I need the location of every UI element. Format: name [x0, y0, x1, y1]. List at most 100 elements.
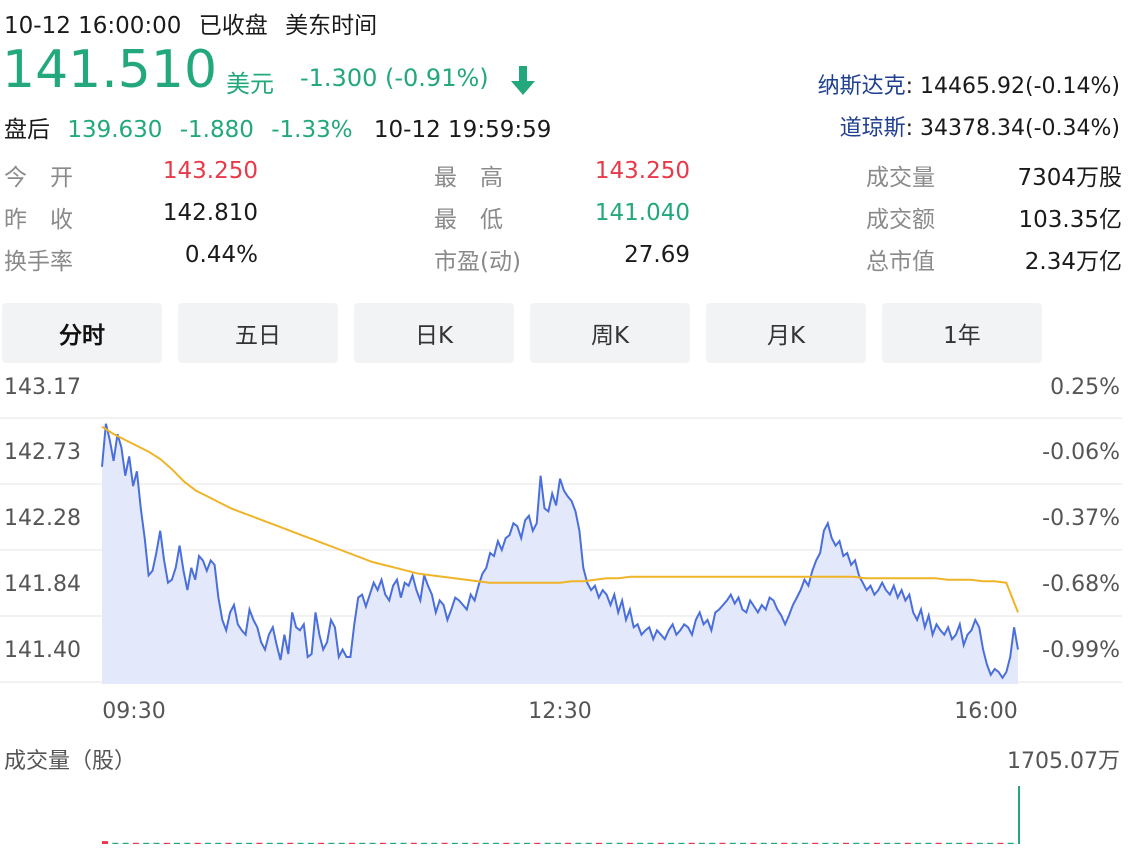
- volume-bar: [215, 842, 222, 844]
- volume-bar: [585, 842, 592, 844]
- volume-bar: [132, 842, 139, 844]
- stat-value: 141.040: [594, 200, 690, 226]
- volume-bar: [441, 842, 448, 844]
- after-hours-price: 139.630: [67, 117, 163, 143]
- index-dow[interactable]: 道琼斯: 34378.34(-0.34%): [840, 110, 1120, 142]
- volume-bar: [297, 842, 304, 844]
- volume-bar: [750, 842, 757, 844]
- volume-bar: [688, 842, 695, 844]
- quote-datetime: 10-12 16:00:00: [4, 13, 182, 39]
- tab-1[interactable]: 五日: [178, 303, 338, 363]
- volume-bar: [791, 842, 798, 844]
- volume-bar: [163, 842, 170, 844]
- volume-bar: [956, 842, 963, 844]
- x-tick-label: 12:30: [528, 699, 591, 724]
- x-tick-label: 16:00: [954, 699, 1017, 724]
- volume-bar: [225, 842, 232, 844]
- after-hours-pct: -1.33%: [271, 117, 353, 143]
- after-hours-time: 10-12 19:59:59: [373, 117, 552, 143]
- after-hours-label: 盘后: [4, 117, 50, 143]
- stat-value: 27.69: [624, 242, 690, 268]
- volume-title: 成交量（股）: [4, 749, 136, 774]
- volume-bar: [349, 842, 355, 844]
- volume-bar: [637, 842, 644, 844]
- volume-bar: [668, 842, 675, 844]
- volume-bar: [174, 842, 180, 844]
- volume-bar: [946, 842, 952, 844]
- volume-bar: [709, 842, 716, 844]
- volume-bar: [1018, 786, 1020, 844]
- volume-bar: [112, 842, 119, 844]
- volume-bar: [451, 842, 458, 844]
- volume-bar: [194, 842, 201, 844]
- index-name: 道琼斯: [839, 116, 906, 141]
- stat-label: 最 低: [434, 207, 503, 233]
- volume-bar: [328, 842, 335, 844]
- volume-bar: [1007, 842, 1014, 844]
- y-pct-label: -0.06%: [1042, 440, 1120, 465]
- volume-bar: [863, 842, 870, 844]
- volume-bar: [359, 842, 366, 844]
- stat-label: 今 开: [4, 165, 73, 191]
- after-hours-change: -1.880: [179, 117, 254, 143]
- volume-bar: [503, 842, 510, 844]
- volume-bar: [369, 842, 376, 844]
- stat-value: 0.44%: [184, 242, 258, 268]
- volume-bar: [246, 842, 253, 844]
- index-separator: :: [905, 74, 914, 99]
- tab-2[interactable]: 日K: [354, 303, 514, 363]
- volume-bar: [575, 842, 582, 844]
- tab-5[interactable]: 1年: [882, 303, 1042, 363]
- stat-value: 7304万股: [1017, 165, 1122, 191]
- stat-value: 143.250: [162, 158, 258, 184]
- y-tick-label: 141.84: [4, 572, 81, 597]
- down-arrow-icon: [508, 64, 538, 98]
- volume-bar: [698, 842, 705, 844]
- tab-3[interactable]: 周K: [530, 303, 690, 363]
- y-tick-label: 141.40: [4, 638, 81, 663]
- volume-bar: [832, 842, 839, 844]
- volume-bar: [102, 841, 108, 844]
- volume-bar: [493, 842, 500, 844]
- volume-bar: [184, 842, 191, 844]
- volume-bar: [997, 842, 1004, 844]
- price-change: -1.300 (-0.91%): [300, 64, 489, 92]
- volume-bar: [513, 842, 520, 844]
- volume-bar: [606, 842, 613, 844]
- volume-bar: [884, 842, 891, 844]
- volume-bar: [894, 842, 901, 844]
- stat-label: 最 高: [434, 165, 503, 191]
- index-value: 34378.34(-0.34%): [913, 116, 1120, 141]
- volume-bar: [482, 842, 489, 844]
- intraday-chart: 143.17 142.73 142.28 141.84 141.40 0.25% -0.0…: [0, 375, 1122, 844]
- volume-bar: [966, 842, 973, 844]
- volume-bar: [524, 842, 530, 844]
- volume-bar: [647, 842, 654, 844]
- volume-bar: [976, 842, 983, 844]
- volume-bar: [153, 842, 160, 844]
- volume-bar: [565, 842, 572, 844]
- volume-bar: [421, 842, 428, 844]
- stat-label: 成交额: [866, 207, 935, 233]
- volume-bar: [987, 842, 994, 844]
- volume-bar: [379, 842, 386, 844]
- session-info: 10-12 16:00:00 已收盘 美东时间: [4, 6, 387, 40]
- volume-bar: [935, 842, 942, 844]
- y-tick-label: 143.17: [4, 375, 81, 400]
- tab-0[interactable]: 分时: [2, 303, 162, 363]
- volume-bar: [266, 842, 273, 844]
- timezone-label: 美东时间: [285, 13, 378, 39]
- tab-4[interactable]: 月K: [706, 303, 866, 363]
- stat-label: 成交量: [866, 165, 935, 191]
- volume-bar: [307, 842, 314, 844]
- volume-bar: [534, 842, 541, 844]
- volume-bar: [143, 842, 150, 844]
- volume-bar: [801, 842, 808, 844]
- index-separator: :: [905, 116, 914, 141]
- volume-bar: [915, 842, 922, 844]
- volume-bar: [235, 842, 242, 844]
- index-nasdaq[interactable]: 纳斯达克: 14465.92(-0.14%): [818, 68, 1120, 100]
- volume-bar: [740, 842, 747, 844]
- volume-bar: [616, 842, 623, 844]
- market-status: 已收盘: [198, 13, 268, 39]
